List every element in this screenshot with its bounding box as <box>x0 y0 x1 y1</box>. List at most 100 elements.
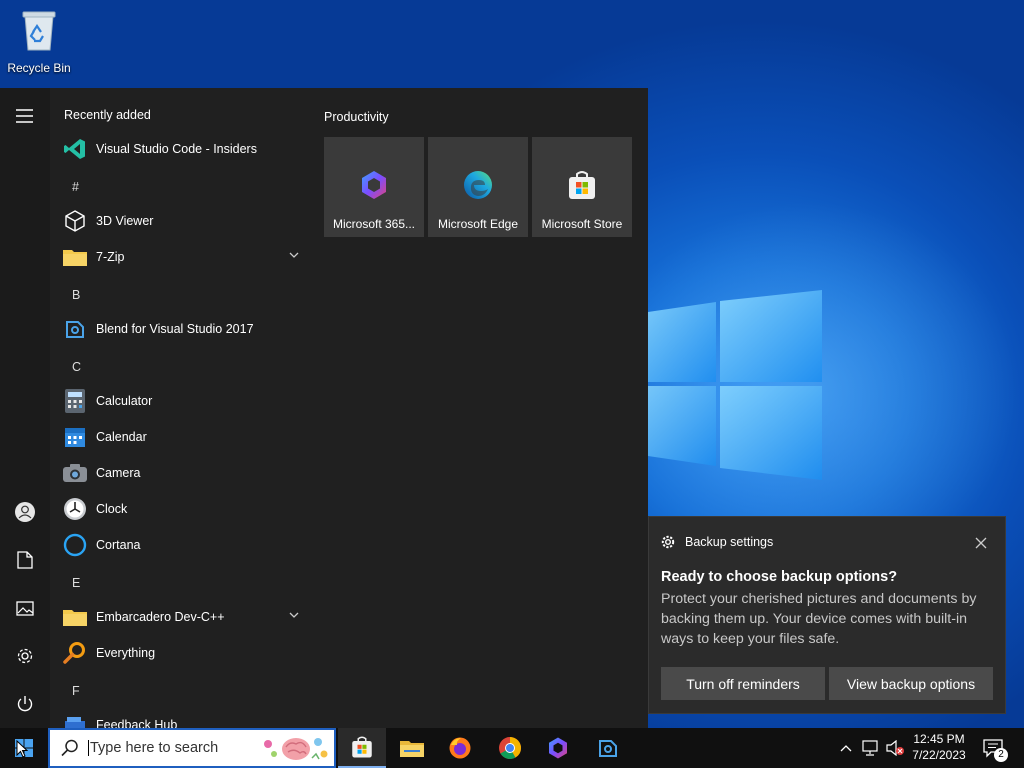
recycle-bin-label: Recycle Bin <box>7 61 71 75</box>
start-rail <box>0 88 50 728</box>
documents-button[interactable] <box>9 544 41 576</box>
app-label: 7-Zip <box>96 250 125 264</box>
microsoft-365-icon <box>549 737 567 759</box>
taskbar-file-explorer[interactable] <box>388 728 436 768</box>
calculator-icon <box>62 388 88 414</box>
app-3d-viewer[interactable]: 3D Viewer <box>62 206 307 236</box>
start-menu: Recently added Visual Studio Code - Insi… <box>0 88 648 728</box>
group-header-hash[interactable]: # <box>72 180 79 194</box>
group-header-c[interactable]: C <box>72 360 81 374</box>
app-vscode-insiders[interactable]: Visual Studio Code - Insiders <box>62 134 307 164</box>
app-calendar[interactable]: Calendar <box>62 422 307 452</box>
folder-icon <box>400 741 424 757</box>
tile-label: Microsoft Store <box>541 217 623 231</box>
microsoft-365-icon <box>362 171 386 199</box>
clock-date: 7/22/2023 <box>912 748 966 762</box>
blend-icon <box>62 316 88 342</box>
gear-icon <box>661 535 675 549</box>
notification-header: Backup settings <box>661 535 773 549</box>
taskbar-blend[interactable] <box>584 728 632 768</box>
clock-time: 12:45 PM <box>913 732 965 746</box>
camera-icon <box>62 460 88 486</box>
view-backup-options-button[interactable]: View backup options <box>829 667 993 700</box>
app-label: Everything <box>96 646 156 660</box>
taskbar-microsoft-store[interactable] <box>338 728 386 768</box>
app-cortana[interactable]: Cortana <box>62 530 307 560</box>
user-avatar-icon <box>15 502 35 522</box>
backup-notification[interactable]: Backup settings Ready to choose backup o… <box>648 516 1006 714</box>
store-icon <box>569 171 595 199</box>
cube-icon <box>62 208 88 234</box>
account-button[interactable] <box>9 496 41 528</box>
settings-button[interactable] <box>9 640 41 672</box>
hamburger-icon <box>16 109 33 123</box>
network-button[interactable] <box>860 728 882 768</box>
cortana-icon <box>62 532 88 558</box>
taskbar-chrome[interactable] <box>486 728 534 768</box>
folder-icon <box>62 604 88 630</box>
productivity-header: Productivity <box>324 110 389 124</box>
feedback-icon <box>62 712 88 728</box>
taskbar-microsoft-365[interactable] <box>534 728 582 768</box>
mouse-cursor-icon <box>16 740 28 758</box>
app-label: Visual Studio Code - Insiders <box>96 142 257 156</box>
edge-icon <box>464 171 492 199</box>
power-button[interactable] <box>9 688 41 720</box>
tile-microsoft-edge[interactable]: Microsoft Edge <box>428 137 528 237</box>
chevron-up-icon <box>840 745 852 752</box>
pictures-button[interactable] <box>9 592 41 624</box>
recently-added-header: Recently added <box>64 108 151 122</box>
show-hidden-icons-button[interactable] <box>836 728 856 768</box>
app-feedback-hub[interactable]: Feedback Hub <box>62 710 307 728</box>
start-button[interactable] <box>0 728 48 768</box>
taskbar-firefox[interactable] <box>436 728 484 768</box>
app-label: Camera <box>96 466 141 480</box>
hamburger-button[interactable] <box>9 100 41 132</box>
app-label: Embarcadero Dev-C++ <box>96 610 225 624</box>
search-placeholder: Type here to search <box>88 740 219 756</box>
blend-icon <box>599 740 617 757</box>
turn-off-reminders-button[interactable]: Turn off reminders <box>661 667 825 700</box>
app-label: Calendar <box>96 430 147 444</box>
taskbar-search-box[interactable]: Type here to search <box>48 728 336 768</box>
tile-microsoft-store[interactable]: Microsoft Store <box>532 137 632 237</box>
recycle-bin[interactable]: Recycle Bin <box>6 8 72 75</box>
app-embarcadero-devcpp[interactable]: Embarcadero Dev-C++ <box>62 602 307 632</box>
group-header-f[interactable]: F <box>72 684 80 698</box>
app-blend[interactable]: Blend for Visual Studio 2017 <box>62 314 307 344</box>
app-7zip[interactable]: 7-Zip <box>62 242 307 272</box>
notification-body: Protect your cherished pictures and docu… <box>661 591 977 647</box>
taskbar: Type here to search 12:45 PM 7/22/2023 2 <box>0 728 1024 768</box>
clock-icon <box>62 496 88 522</box>
taskbar-clock[interactable]: 12:45 PM 7/22/2023 <box>906 731 972 763</box>
app-label: 3D Viewer <box>96 214 154 228</box>
picture-icon <box>16 600 34 616</box>
tile-label: Microsoft 365... <box>332 217 416 231</box>
chevron-down-icon[interactable] <box>289 611 299 619</box>
app-calculator[interactable]: Calculator <box>62 386 307 416</box>
app-clock[interactable]: Clock <box>62 494 307 524</box>
app-everything[interactable]: Everything <box>62 638 307 668</box>
magnifier-icon <box>62 640 88 666</box>
close-icon[interactable] <box>973 535 989 551</box>
network-icon <box>862 740 878 756</box>
windows-logo-wallpaper <box>648 290 822 480</box>
document-icon <box>17 551 33 569</box>
app-list[interactable]: Recently added Visual Studio Code - Insi… <box>50 88 312 728</box>
group-header-b[interactable]: B <box>72 288 80 302</box>
gear-icon <box>17 648 33 664</box>
tile-microsoft-365[interactable]: Microsoft 365... <box>324 137 424 237</box>
notification-app-name: Backup settings <box>685 535 774 549</box>
action-center-button[interactable]: 2 <box>980 728 1008 768</box>
app-label: Blend for Visual Studio 2017 <box>96 322 254 336</box>
search-icon <box>61 739 78 757</box>
calendar-icon <box>62 424 88 450</box>
store-icon <box>352 736 372 758</box>
app-label: Feedback Hub <box>96 718 178 728</box>
volume-button[interactable] <box>884 728 906 768</box>
tile-label: Microsoft Edge <box>437 217 519 231</box>
chevron-down-icon[interactable] <box>289 251 299 259</box>
app-camera[interactable]: Camera <box>62 458 307 488</box>
notification-title: Ready to choose backup options? <box>661 569 898 585</box>
group-header-e[interactable]: E <box>72 576 80 590</box>
